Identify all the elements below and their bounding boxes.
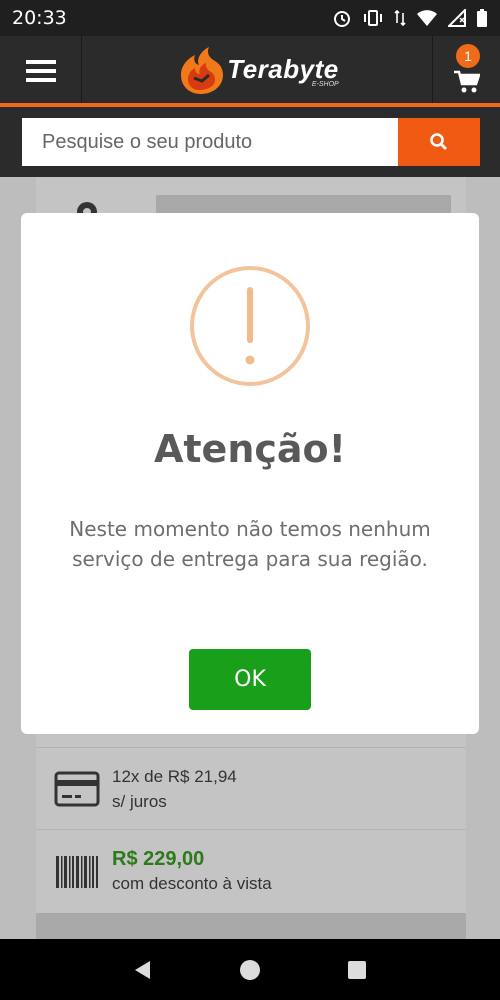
home-circle-icon [239, 959, 260, 980]
status-bar: 20:33 [0, 0, 500, 36]
vibrate-icon [364, 10, 382, 26]
search-input[interactable] [22, 118, 398, 166]
installments-row: 12x de R$ 21,94 s/ juros [36, 747, 466, 829]
alarm-icon [334, 11, 350, 27]
hamburger-icon [25, 60, 56, 82]
logo[interactable]: Terabyte E-SHOP [82, 36, 432, 106]
menu-button[interactable] [0, 36, 82, 106]
cart-button[interactable]: 1 [432, 36, 500, 106]
status-icons [332, 8, 488, 28]
battery-icon [477, 9, 487, 27]
ok-button[interactable]: OK [189, 649, 311, 710]
wifi-icon [417, 10, 437, 26]
cash-price-row: R$ 229,00 com desconto à vista [36, 829, 466, 913]
back-button[interactable] [123, 950, 163, 990]
alert-modal: Atenção! Neste momento não temos nenhum … [21, 213, 479, 734]
home-button[interactable] [230, 950, 270, 990]
data-arrows-icon [394, 9, 406, 27]
barcode-icon [56, 855, 98, 888]
recents-square-icon [347, 960, 366, 979]
cart-count-badge: 1 [456, 44, 480, 68]
search-icon [430, 133, 447, 150]
search-bar [0, 107, 500, 177]
credit-card-icon [54, 771, 100, 806]
installments-text: 12x de R$ 21,94 [112, 766, 237, 786]
warning-icon [190, 266, 310, 386]
app-header: Terabyte E-SHOP 1 [0, 36, 500, 106]
logo-text: Terabyte [227, 54, 339, 84]
search-button[interactable] [398, 118, 480, 166]
cash-discount-note: com desconto à vista [112, 873, 272, 893]
recents-button[interactable] [337, 950, 377, 990]
android-nav-bar [0, 939, 500, 1000]
bottom-strip [36, 913, 466, 939]
signal-icon [448, 9, 466, 27]
modal-title: Atenção! [153, 427, 346, 471]
status-time: 20:33 [12, 7, 67, 29]
back-triangle-icon [135, 960, 151, 979]
installments-interest: s/ juros [112, 791, 167, 811]
cash-price: R$ 229,00 [112, 847, 205, 870]
cart-icon [453, 70, 480, 93]
flame-logo-icon [181, 47, 224, 94]
modal-message: Neste momento não temos nenhum serviço d… [69, 517, 431, 571]
